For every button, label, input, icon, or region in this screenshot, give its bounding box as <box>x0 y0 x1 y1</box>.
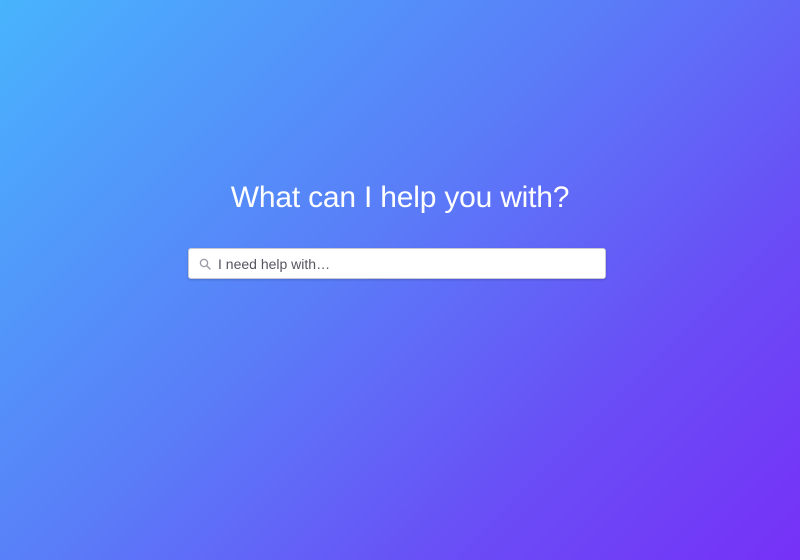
search-icon <box>198 257 212 271</box>
search-bar[interactable] <box>188 248 606 279</box>
page-title: What can I help you with? <box>230 181 570 214</box>
hero-section: What can I help you with? <box>0 0 800 560</box>
search-input[interactable] <box>218 249 597 278</box>
